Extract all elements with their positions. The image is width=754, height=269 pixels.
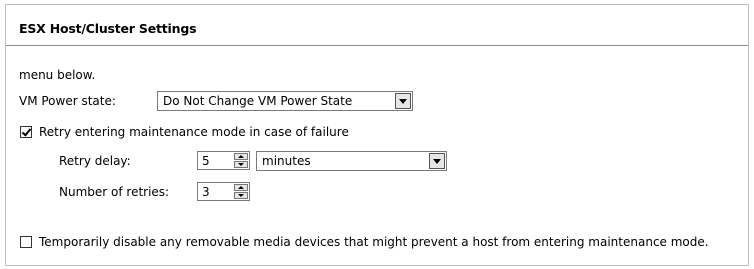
intro-text: menu below. bbox=[19, 68, 96, 82]
retry-checkbox[interactable] bbox=[20, 126, 32, 138]
power-state-select[interactable]: Do Not Change VM Power State bbox=[157, 91, 413, 111]
retry-delay-unit-value: minutes bbox=[262, 154, 311, 168]
spinner-buttons bbox=[234, 153, 248, 168]
esx-settings-panel: ESX Host/Cluster Settings menu below. VM… bbox=[5, 4, 749, 266]
retry-delay-value: 5 bbox=[202, 154, 210, 168]
power-state-label: VM Power state: bbox=[19, 94, 116, 108]
retry-label: Retry entering maintenance mode in case … bbox=[39, 125, 349, 139]
panel-header: ESX Host/Cluster Settings bbox=[6, 5, 748, 46]
removable-media-checkbox[interactable] bbox=[20, 236, 32, 248]
spinner-down-icon[interactable] bbox=[234, 192, 248, 199]
panel-title: ESX Host/Cluster Settings bbox=[19, 21, 197, 36]
retry-delay-label: Retry delay: bbox=[59, 154, 131, 168]
spinner-up-icon[interactable] bbox=[234, 153, 248, 160]
retry-delay-spinner[interactable]: 5 bbox=[197, 151, 250, 170]
retry-count-value: 3 bbox=[202, 185, 210, 199]
retry-count-label: Number of retries: bbox=[59, 185, 170, 199]
spinner-down-icon[interactable] bbox=[234, 161, 248, 168]
dropdown-arrow-icon[interactable] bbox=[429, 153, 445, 169]
power-state-value: Do Not Change VM Power State bbox=[163, 94, 353, 108]
spinner-buttons bbox=[234, 184, 248, 199]
retry-delay-unit-select[interactable]: minutes bbox=[256, 151, 447, 171]
dropdown-arrow-icon[interactable] bbox=[395, 93, 411, 109]
removable-media-label: Temporarily disable any removable media … bbox=[39, 235, 709, 249]
spinner-up-icon[interactable] bbox=[234, 184, 248, 191]
retry-count-spinner[interactable]: 3 bbox=[197, 182, 250, 201]
